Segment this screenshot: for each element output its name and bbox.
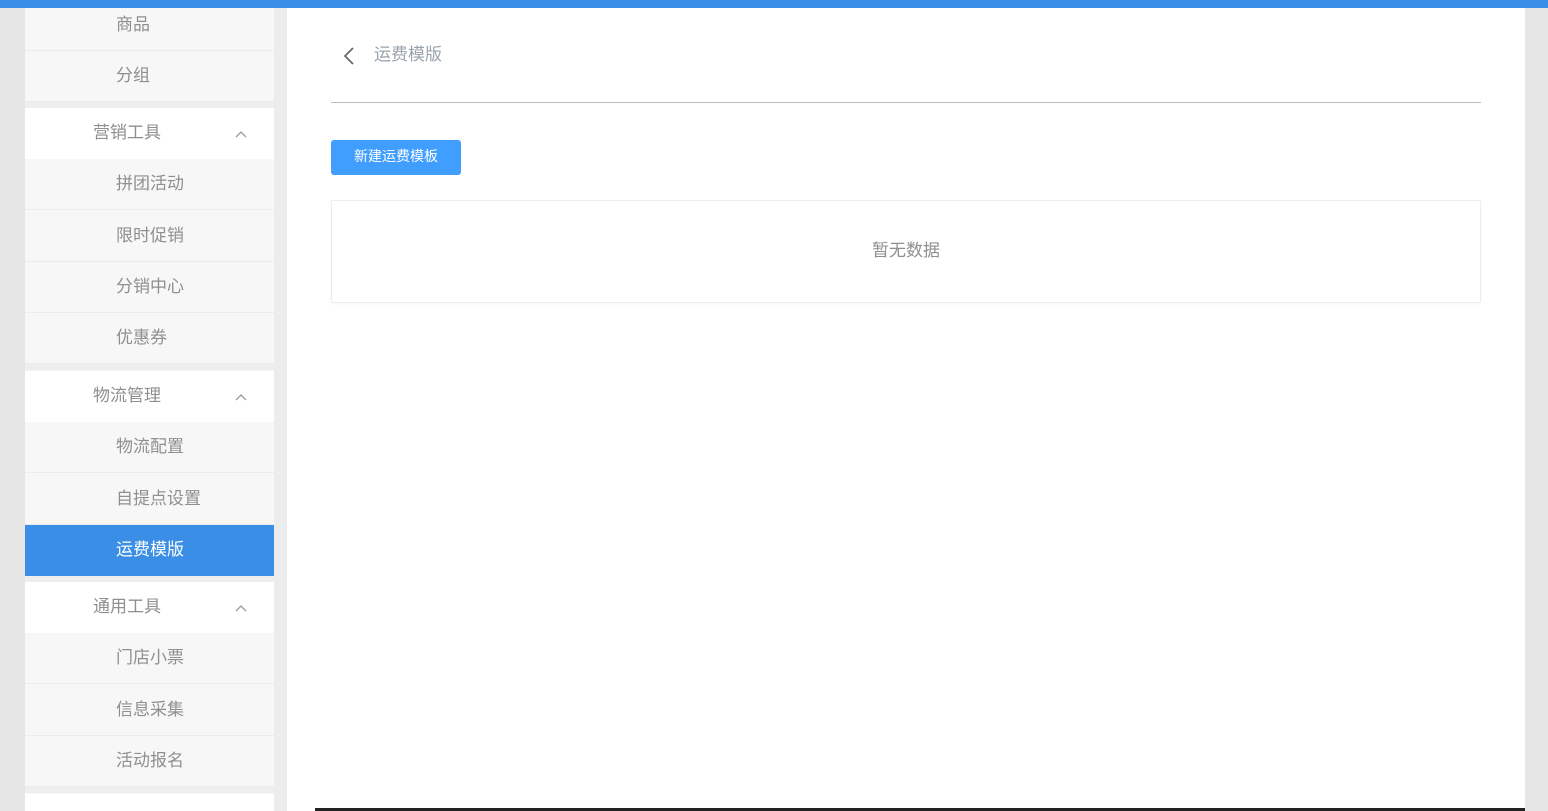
sidebar-item-coupons[interactable]: 优惠券 (25, 313, 274, 364)
sidebar-group-general-tools[interactable]: 通用工具 (25, 582, 274, 633)
sidebar-item-label: 运费模版 (116, 540, 184, 560)
sidebar-group-label: 物流管理 (93, 386, 161, 406)
sidebar: 商品 分组 营销工具 拼团活动 限时促销 分销中心 优惠券 物流管理 物流配置 … (25, 8, 274, 811)
sidebar-item-store-receipt[interactable]: 门店小票 (25, 633, 274, 684)
sidebar-item-info-collection[interactable]: 信息采集 (25, 685, 274, 736)
sidebar-item-label: 优惠券 (116, 328, 167, 348)
sidebar-gutter (274, 8, 287, 811)
sidebar-item-flash-sale[interactable]: 限时促销 (25, 211, 274, 262)
sidebar-divider (25, 787, 274, 793)
sidebar-group-next[interactable] (25, 794, 274, 811)
new-shipping-template-button[interactable]: 新建运费模板 (331, 140, 461, 175)
sidebar-item-distribution[interactable]: 分销中心 (25, 262, 274, 313)
sidebar-item-products[interactable]: 商品 (25, 8, 274, 51)
empty-state-text: 暂无数据 (872, 241, 940, 261)
sidebar-group-label: 通用工具 (93, 597, 161, 617)
sidebar-item-label: 门店小票 (116, 648, 184, 668)
chevron-up-icon (235, 394, 247, 401)
sidebar-item-label: 物流配置 (116, 437, 184, 457)
sidebar-group-marketing[interactable]: 营销工具 (25, 108, 274, 159)
sidebar-item-label: 拼团活动 (116, 174, 184, 194)
sidebar-item-label: 自提点设置 (116, 489, 201, 509)
header-divider (331, 102, 1481, 103)
sidebar-item-groups[interactable]: 分组 (25, 51, 274, 102)
template-table: 暂无数据 (331, 200, 1481, 303)
sidebar-item-logistics-config[interactable]: 物流配置 (25, 422, 274, 473)
sidebar-item-event-signup[interactable]: 活动报名 (25, 736, 274, 787)
sidebar-item-pickup-points[interactable]: 自提点设置 (25, 474, 274, 525)
chevron-left-icon[interactable] (342, 45, 356, 67)
sidebar-group-logistics[interactable]: 物流管理 (25, 371, 274, 422)
top-accent-bar (0, 0, 1548, 8)
sidebar-item-group-buy[interactable]: 拼团活动 (25, 159, 274, 210)
sidebar-item-label: 活动报名 (116, 751, 184, 771)
right-gutter (1525, 8, 1548, 811)
sidebar-item-label: 信息采集 (116, 700, 184, 720)
chevron-up-icon (235, 605, 247, 612)
main-content (287, 8, 1525, 811)
sidebar-item-label: 分组 (116, 66, 150, 86)
chevron-up-icon (235, 131, 247, 138)
page-title: 运费模版 (374, 45, 442, 65)
sidebar-group-label: 营销工具 (93, 123, 161, 143)
sidebar-item-label: 分销中心 (116, 277, 184, 297)
sidebar-item-label: 商品 (116, 15, 150, 35)
sidebar-divider (25, 364, 274, 370)
sidebar-item-label: 限时促销 (116, 226, 184, 246)
sidebar-item-shipping-templates[interactable]: 运费模版 (25, 525, 274, 576)
